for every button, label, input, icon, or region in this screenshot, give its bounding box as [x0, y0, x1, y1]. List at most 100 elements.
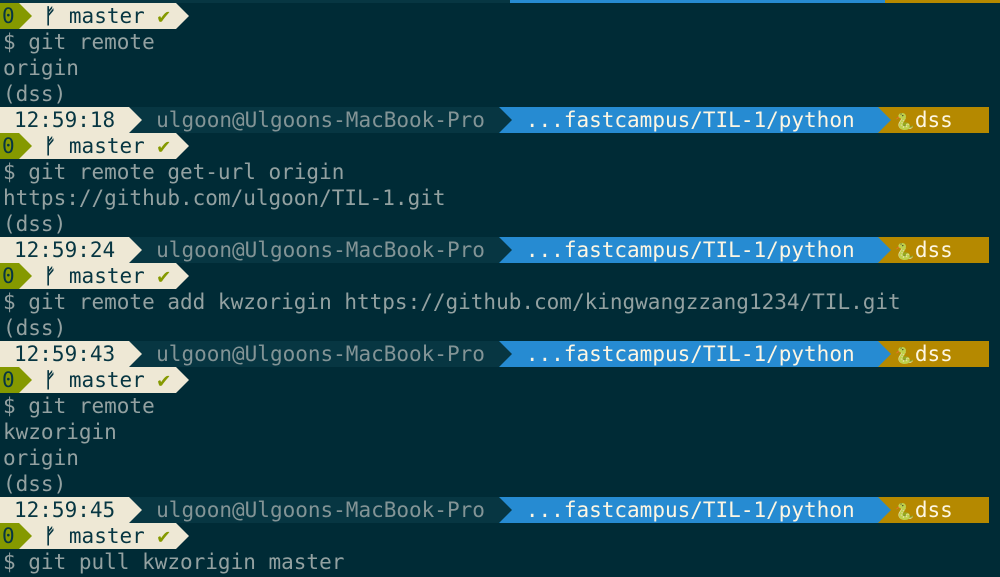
terminal-line: $ git remote add kwzorigin https://githu… — [0, 289, 901, 315]
terminal-line: (dss) — [0, 471, 66, 497]
check-icon: ✔ — [157, 264, 171, 288]
terminal-line: 0 ᚠ master ✔ — [0, 367, 1000, 393]
check-icon: ✔ — [157, 368, 171, 392]
env-name: dss — [914, 342, 953, 366]
terminal-line: $ git remote — [0, 393, 155, 419]
terminal-line: $ git remote get-url origin — [0, 159, 344, 185]
command-text: $ git remote add kwzorigin https://githu… — [3, 290, 901, 314]
prompt-time: 12:59:43 — [0, 341, 130, 367]
output-text: origin — [3, 56, 79, 80]
git-branch-icon: ᚠ — [43, 524, 69, 548]
exit-status-badge: 0 — [0, 3, 19, 29]
output-text: https://github.com/ulgoon/TIL-1.git — [3, 186, 446, 210]
segment-separator — [877, 237, 891, 263]
terminal-line: 0 ᚠ master ✔ — [0, 523, 1000, 549]
segment-separator — [498, 497, 512, 523]
terminal-line: 0ᚠ master ✔ — [0, 3, 1000, 29]
user-host: ulgoon@Ulgoons-MacBook-Pro — [142, 341, 499, 367]
snake-icon: 🐍 — [894, 242, 915, 261]
git-branch: ᚠ master ✔ — [31, 523, 177, 549]
check-icon: ✔ — [157, 4, 171, 28]
env-name: dss — [914, 108, 953, 132]
git-prompt-segment: 0 ᚠ master ✔ — [0, 133, 1000, 159]
segment-separator — [129, 341, 143, 367]
segment-separator — [18, 3, 32, 29]
git-branch-icon: ᚠ — [43, 134, 69, 158]
git-branch: ᚠ master ✔ — [31, 263, 177, 289]
terminal-line: 12:59:45 ulgoon@Ulgoons-MacBook-Pro ...fas… — [0, 497, 1000, 523]
exit-status-badge: 0 — [0, 133, 19, 159]
git-prompt-segment: 0 ᚠ master ✔ — [0, 523, 1000, 549]
prompt-header-segment: 12:59:43 ulgoon@Ulgoons-MacBook-Pro ...fas… — [0, 341, 1000, 367]
prompt-header-segment: 12:59:45 ulgoon@Ulgoons-MacBook-Pro ...fas… — [0, 497, 1000, 523]
segment-separator — [18, 367, 32, 393]
branch-name: master — [68, 524, 145, 548]
terminal-line: 0ᚠ master ✔ — [0, 263, 1000, 289]
terminal-line: origin — [0, 55, 79, 81]
user-host: ulgoon@Ulgoons-MacBook-Pro — [142, 107, 499, 133]
output-text: (dss) — [3, 82, 67, 106]
exit-status-badge: 0 — [0, 367, 19, 393]
terminal-line: (dss) — [0, 315, 66, 341]
prompt-header-segment: 12:59:18 ulgoon@Ulgoons-MacBook-Pro ...fas… — [0, 107, 1000, 133]
terminal-line: 12:59:43 ulgoon@Ulgoons-MacBook-Pro ...fas… — [0, 341, 1000, 367]
current-path: ...fastcampus/TIL-1/python — [511, 107, 878, 133]
git-branch: ᚠ master ✔ — [31, 367, 177, 393]
conda-env: 🐍dss — [890, 237, 989, 263]
segment-separator — [176, 523, 190, 549]
segment-separator — [877, 497, 891, 523]
git-branch: ᚠ master ✔ — [31, 133, 177, 159]
output-text: (dss) — [3, 212, 67, 236]
env-name: dss — [914, 238, 953, 262]
output-text: origin — [3, 446, 79, 470]
terminal-line: kwzorigin — [0, 419, 117, 445]
current-path: ...fastcampus/TIL-1/python — [511, 341, 878, 367]
output-text: (dss) — [3, 472, 67, 496]
terminal-line: 0 ᚠ master ✔ — [0, 133, 1000, 159]
segment-separator — [877, 341, 891, 367]
output-text: kwzorigin — [3, 420, 117, 444]
prompt-header-segment: 12:59:24 ulgoon@Ulgoons-MacBook-Pro ...fas… — [0, 237, 1000, 263]
branch-name: master — [68, 134, 145, 158]
segment-separator — [877, 107, 891, 133]
segment-separator — [129, 497, 143, 523]
current-path: ...fastcampus/TIL-1/python — [511, 497, 878, 523]
conda-env: 🐍dss — [890, 341, 989, 367]
segment-separator — [129, 107, 143, 133]
segment-separator — [18, 523, 32, 549]
terminal-line: origin — [0, 445, 79, 471]
command-text: $ git pull kwzorigin master — [3, 550, 345, 574]
git-branch-icon: ᚠ — [43, 4, 69, 28]
segment-separator — [18, 263, 32, 289]
command-text: $ git remote — [3, 394, 155, 418]
terminal-line: (dss) — [0, 211, 66, 237]
user-host: ulgoon@Ulgoons-MacBook-Pro — [142, 237, 499, 263]
branch-name: master — [68, 4, 145, 28]
git-prompt-segment: 0ᚠ master ✔ — [0, 263, 1000, 289]
terminal-line: 12:59:24 ulgoon@Ulgoons-MacBook-Pro ...fas… — [0, 237, 1000, 263]
snake-icon: 🐍 — [894, 502, 915, 521]
output-text: (dss) — [3, 316, 67, 340]
snake-icon: 🐍 — [894, 112, 915, 131]
current-path: ...fastcampus/TIL-1/python — [511, 237, 878, 263]
segment-separator — [176, 263, 190, 289]
branch-name: master — [68, 368, 145, 392]
terminal-window[interactable]: 0ᚠ master ✔ $ git remote origin (dss) 12:59:… — [0, 0, 1000, 577]
git-branch-icon: ᚠ — [43, 264, 69, 288]
prompt-time: 12:59:45 — [0, 497, 130, 523]
segment-separator — [176, 3, 190, 29]
terminal-line: 12:59:18 ulgoon@Ulgoons-MacBook-Pro ...fas… — [0, 107, 1000, 133]
terminal-line: (dss) — [0, 81, 66, 107]
segment-separator — [129, 237, 143, 263]
prompt-time: 12:59:24 — [0, 237, 130, 263]
exit-status-badge: 0 — [0, 263, 19, 289]
terminal-line: $ git remote — [0, 29, 155, 55]
exit-status-badge: 0 — [0, 523, 19, 549]
branch-name: master — [68, 264, 145, 288]
terminal-line: $ git pull kwzorigin master — [0, 549, 344, 575]
command-text: $ git remote — [3, 30, 155, 54]
git-prompt-segment: 0 ᚠ master ✔ — [0, 367, 1000, 393]
command-text: $ git remote get-url origin — [3, 160, 345, 184]
segment-separator — [498, 107, 512, 133]
conda-env: 🐍dss — [890, 107, 989, 133]
